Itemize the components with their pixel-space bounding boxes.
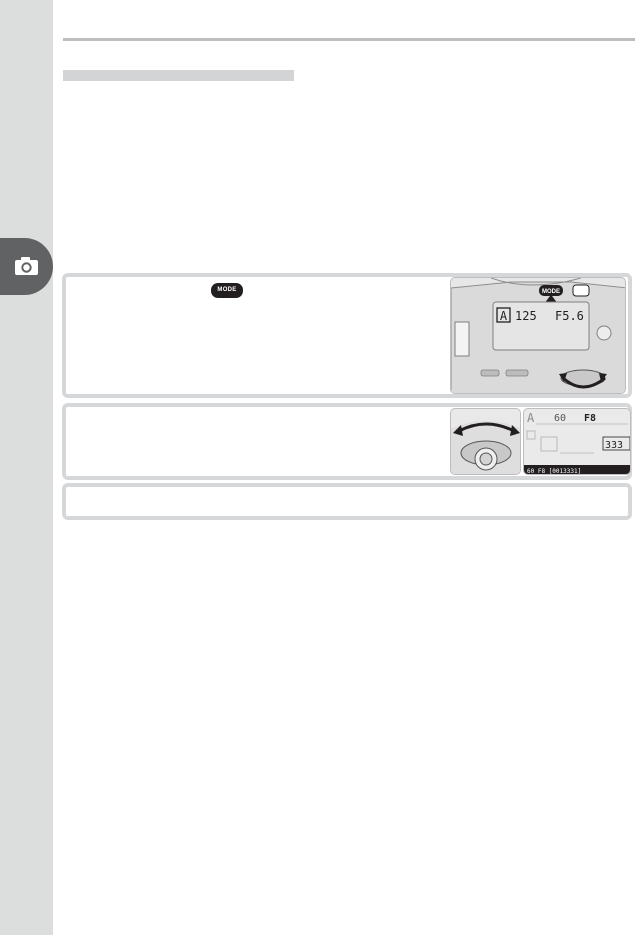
camera-top-drawing: MODE A 125 F5.6 bbox=[451, 278, 625, 393]
svg-text:F5.6: F5.6 bbox=[555, 309, 584, 323]
camera-icon bbox=[15, 257, 38, 275]
shooting-section-tab[interactable] bbox=[0, 238, 53, 295]
section-heading bbox=[63, 70, 294, 81]
lcd-drawing: A 60 F8 333 60 F8 [0013331] bbox=[524, 411, 630, 475]
svg-text:MODE: MODE bbox=[542, 289, 560, 295]
sidebar bbox=[0, 0, 53, 935]
mode-button-icon: MODE bbox=[211, 283, 243, 298]
svg-text:333: 333 bbox=[605, 440, 623, 451]
svg-text:60: 60 bbox=[554, 413, 566, 424]
dial-drawing bbox=[451, 421, 520, 474]
svg-text:A: A bbox=[527, 411, 535, 425]
step-box-3 bbox=[62, 483, 632, 520]
svg-text:A: A bbox=[500, 309, 508, 323]
sub-command-dial-illustration bbox=[450, 408, 521, 475]
step-box-2: A 60 F8 333 60 F8 [0013331] bbox=[62, 403, 632, 480]
svg-text:F8: F8 bbox=[584, 413, 596, 424]
camera-top-mode-button-illustration: MODE A 125 F5.6 bbox=[450, 277, 626, 394]
svg-text:60 F8 [0013331]: 60 F8 [0013331] bbox=[527, 468, 581, 475]
svg-text:125: 125 bbox=[515, 309, 537, 323]
control-panel-lcd-illustration: A 60 F8 333 60 F8 [0013331] bbox=[523, 408, 631, 475]
header-rule bbox=[63, 38, 635, 41]
step-box-1: MODE MODE A 125 F5.6 bbox=[62, 273, 632, 398]
